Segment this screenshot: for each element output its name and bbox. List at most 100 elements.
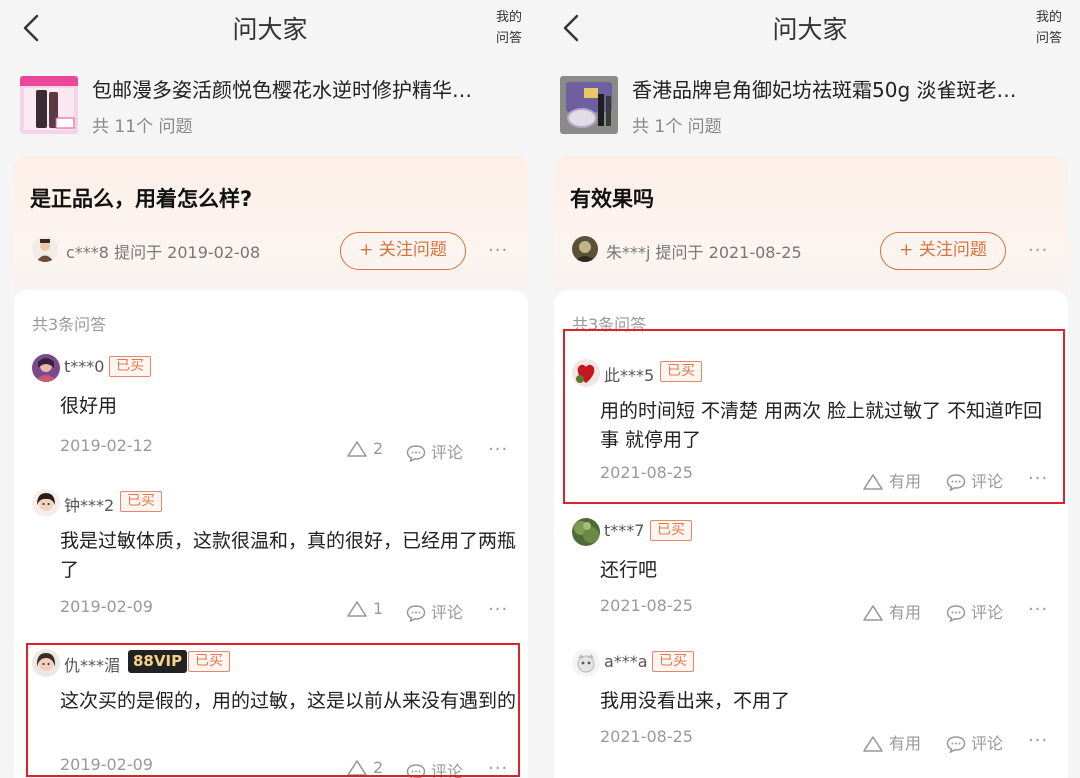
answer-text: 用的时间短 不清楚 用两次 脸上就过敏了 不知道咋回事 就停用了 [600,400,1043,451]
top-bar: 问大家 我的 问答 [540,0,1080,56]
more-icon[interactable]: ··· [1028,599,1048,620]
answer-text: 我是过敏体质，这款很温和，真的很好，已经用了两瓶了 [60,530,517,581]
page-title: 问大家 [232,15,308,44]
answer-date: 2021-08-25 [600,727,693,746]
user-avatar[interactable] [32,354,60,382]
answer-item: t***0 已买 很好用 2019-02-12 2 评论 ··· [14,350,528,480]
comment-button[interactable]: 评论 [406,439,463,463]
question-count: 共 1个 问题 [632,117,722,137]
more-icon[interactable]: ··· [488,439,508,460]
answers-card: 共3条问答 此***5 已买 用的时间短 不清楚 用两次 脸上就过敏了 不知道咋… [554,290,1068,778]
like-count: 2 [373,439,384,458]
comment-bubble-icon [406,605,426,623]
useful-button[interactable]: 有用 [862,468,921,492]
asker-avatar [572,236,598,262]
asked-date: 提问于 2019-02-08 [114,243,261,262]
question-card: 有效果吗 朱***j 提问于 2021-08-25 + 关注问题 ··· [554,156,1068,296]
like-triangle-icon [863,736,883,752]
my-qa-link[interactable]: 我的 问答 [1032,7,1066,49]
more-icon[interactable]: ··· [1028,468,1048,489]
right-panel: 问大家 我的 问答 香港品牌皂角御妃坊祛斑霜50g 淡雀斑老… 共 1个 问题 … [540,0,1080,778]
user-avatar[interactable] [572,649,600,677]
comment-label: 评论 [971,603,1004,622]
asker-avatar [32,236,58,262]
my-qa-label: 我的 问答 [495,10,522,46]
question-count: 共 11个 问题 [92,117,193,137]
product-summary[interactable]: 香港品牌皂角御妃坊祛斑霜50g 淡雀斑老… 共 1个 问题 [540,62,1080,152]
follow-question-button[interactable]: + 关注问题 [880,232,1006,270]
product-thumbnail [560,76,618,134]
purchased-badge: 已买 [109,356,151,377]
user-avatar[interactable] [32,649,60,677]
comment-button[interactable]: 评论 [406,758,463,778]
user-avatar[interactable] [32,489,60,517]
answer-date: 2019-02-09 [60,597,153,616]
more-icon[interactable]: ··· [488,240,508,261]
username: a***a [604,652,648,671]
asked-date: 提问于 2021-08-25 [655,243,802,262]
useful-label: 有用 [889,603,922,622]
answer-text: 我用没看出来，不用了 [600,690,791,712]
comment-button[interactable]: 评论 [946,730,1003,754]
answer-item: a***a 已买 我用没看出来，不用了 2021-08-25 有用 评论 ··· [554,645,1068,775]
more-icon[interactable]: ··· [488,599,508,620]
like-triangle-icon [863,474,883,490]
answer-count: 共3条问答 [572,315,647,334]
username: 此***5 [604,366,655,385]
comment-button[interactable]: 评论 [946,468,1003,492]
like-count: 2 [373,758,384,777]
comment-bubble-icon [406,764,426,778]
username: t***7 [604,521,645,540]
asker-text: 朱***j 提问于 2021-08-25 [606,239,802,263]
username: 钟***2 [64,496,115,515]
purchased-badge: 已买 [650,520,692,541]
purchased-badge: 已买 [660,361,702,382]
useful-button[interactable]: 有用 [862,730,921,754]
like-triangle-icon [347,441,367,457]
useful-label: 有用 [889,734,922,753]
useful-button[interactable]: 有用 [862,599,921,623]
answer-text: 这次买的是假的，用的过敏，这是以前从来没有遇到的 [60,690,517,712]
comment-button[interactable]: 评论 [406,599,463,623]
like-button[interactable]: 2 [346,439,383,458]
like-count: 1 [373,599,384,618]
like-triangle-icon [863,605,883,621]
follow-question-button[interactable]: + 关注问题 [340,232,466,270]
like-button[interactable]: 2 [346,758,383,777]
user-avatar[interactable] [572,518,600,546]
comment-bubble-icon [946,605,966,623]
comment-label: 评论 [431,443,464,462]
more-icon[interactable]: ··· [1028,240,1048,261]
answer-item: 仇***湄 88VIP 已买 这次买的是假的，用的过敏，这是以前从来没有遇到的 … [14,645,528,778]
question-title: 有效果吗 [570,187,654,211]
comment-label: 评论 [431,603,464,622]
answer-date: 2019-02-12 [60,436,153,455]
answer-date: 2021-08-25 [600,596,693,615]
more-icon[interactable]: ··· [488,758,508,778]
my-qa-link[interactable]: 我的 问答 [492,7,526,49]
answer-date: 2019-02-09 [60,755,153,774]
like-button[interactable]: 1 [346,599,383,618]
answer-count: 共3条问答 [32,315,107,334]
answer-text: 很好用 [60,395,118,417]
asker-text: c***8 提问于 2019-02-08 [66,239,260,263]
answer-date: 2021-08-25 [600,463,693,482]
answer-item: t***7 已买 还行吧 2021-08-25 有用 评论 ··· [554,514,1068,644]
comment-bubble-icon [946,736,966,754]
username: 仇***湄 [64,656,121,675]
user-avatar[interactable] [572,359,600,387]
answer-item: 此***5 已买 用的时间短 不清楚 用两次 脸上就过敏了 不知道咋回事 就停用… [554,355,1068,492]
my-qa-label: 我的 问答 [1035,10,1062,46]
vip-badge: 88VIP [128,650,188,673]
like-triangle-icon [347,760,367,776]
product-summary[interactable]: 包邮漫多姿活颜悦色樱花水逆时修护精华… 共 11个 问题 [0,62,540,152]
more-icon[interactable]: ··· [1028,730,1048,751]
like-triangle-icon [347,601,367,617]
comment-label: 评论 [431,762,464,778]
comment-button[interactable]: 评论 [946,599,1003,623]
answers-card: 共3条问答 t***0 已买 很好用 2019-02-12 2 评论 ··· 钟… [14,290,528,778]
comment-label: 评论 [971,472,1004,491]
product-name: 包邮漫多姿活颜悦色樱花水逆时修护精华… [92,78,472,102]
product-thumbnail [20,76,78,134]
question-title: 是正品么，用着怎么样? [30,187,253,211]
